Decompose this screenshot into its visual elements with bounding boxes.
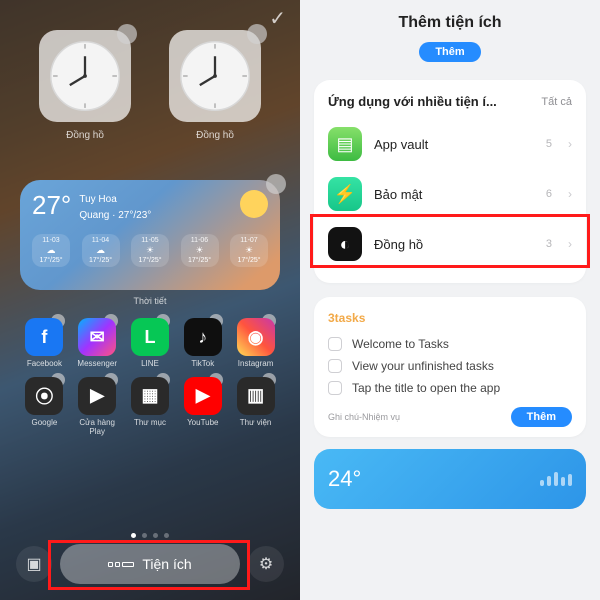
weather-widget-small[interactable]: 24° — [314, 449, 586, 509]
sun-icon — [240, 190, 268, 218]
task-item[interactable]: Welcome to Tasks — [328, 333, 572, 355]
weather-widget[interactable]: 27° Tuy Hoa Quang · 27°/23° 11-03☁17°/25… — [20, 180, 280, 290]
task-item[interactable]: Tap the title to open the app — [328, 377, 572, 399]
app-icon-line[interactable]: LLINE — [126, 318, 175, 369]
forecast-day: 11-03☁17°/25° — [32, 234, 70, 267]
tasks-title: 3tasks — [328, 311, 572, 325]
checkbox-icon[interactable] — [328, 359, 342, 373]
app-icon-tiktok[interactable]: ♪TikTok — [178, 318, 227, 369]
clock-widget-label: Đồng hồ — [196, 130, 234, 141]
forecast-day: 11-06☀17°/25° — [181, 234, 219, 267]
highlight-security-row — [310, 214, 590, 268]
app-icon-thư-mục[interactable]: ▦Thư mục — [126, 377, 175, 437]
tasks-footer-label: Ghi chú-Nhiệm vụ — [328, 412, 400, 422]
app-icon-thư-viện[interactable]: ▥Thư viện — [231, 377, 280, 437]
weather-widget-label: Thời tiết — [0, 296, 300, 306]
settings-button[interactable]: ⚙ — [248, 546, 284, 582]
weather2-bars-icon — [540, 472, 572, 486]
task-item[interactable]: View your unfinished tasks — [328, 355, 572, 377]
confirm-icon[interactable]: ✓ — [269, 6, 286, 31]
weather-location-1: Tuy Hoa — [79, 193, 240, 206]
clock-icon — [47, 38, 123, 114]
phone-home-editor: ✓ Đồng hồ — [0, 0, 300, 600]
clock-widget-label: Đồng hồ — [66, 130, 104, 141]
wallpaper-button[interactable]: ▣ — [16, 546, 52, 582]
forecast-day: 11-04☁17°/25° — [82, 234, 120, 267]
clock-widgets-row: Đồng hồ Đồng hồ — [16, 30, 284, 141]
apps-heading: Ứng dụng với nhiều tiện í... — [328, 94, 497, 109]
weather-temp: 27° — [32, 190, 71, 221]
chevron-right-icon: › — [568, 137, 572, 151]
app-row-bảo-mật[interactable]: ⚡Bảo mật6› — [328, 169, 572, 219]
forecast-day: 11-07☀17°/25° — [230, 234, 268, 267]
weather-location-2: Quang · 27°/23° — [79, 209, 240, 222]
app-icon-instagram[interactable]: ◉Instagram — [231, 318, 280, 369]
chevron-right-icon: › — [568, 187, 572, 201]
app-icon-facebook[interactable]: fFacebook — [20, 318, 69, 369]
checkbox-icon[interactable] — [328, 381, 342, 395]
app-row-app-vault[interactable]: ▤App vault5› — [328, 119, 572, 169]
clock-widget[interactable]: Đồng hồ — [160, 30, 270, 141]
tasks-card: 3tasks Welcome to TasksView your unfinis… — [314, 297, 586, 437]
app-icon-youtube[interactable]: ▶YouTube — [178, 377, 227, 437]
panel-title: Thêm tiện ích — [314, 14, 586, 32]
add-button-top[interactable]: Thêm — [419, 42, 480, 62]
weather2-temp: 24° — [328, 466, 361, 492]
app-icon-google[interactable]: ⦿Google — [20, 377, 69, 437]
view-all-link[interactable]: Tất cả — [541, 96, 572, 108]
checkbox-icon[interactable] — [328, 337, 342, 351]
add-widget-panel: Thêm tiện ích Thêm Ứng dụng với nhiều ti… — [300, 0, 600, 600]
highlight-widgets-button — [48, 540, 250, 590]
page-dots[interactable] — [0, 533, 300, 538]
clock-icon — [177, 38, 253, 114]
app-icon-cửa-hàng-play[interactable]: ▶Cửa hàng Play — [73, 377, 122, 437]
app-icon-messenger[interactable]: ✉Messenger — [73, 318, 122, 369]
app-grid: fFacebook✉MessengerLLINE♪TikTok◉Instagra… — [20, 318, 280, 436]
forecast-day: 11-05☀17°/25° — [131, 234, 169, 267]
tasks-add-button[interactable]: Thêm — [511, 407, 572, 427]
clock-widget[interactable]: Đồng hồ — [30, 30, 140, 141]
